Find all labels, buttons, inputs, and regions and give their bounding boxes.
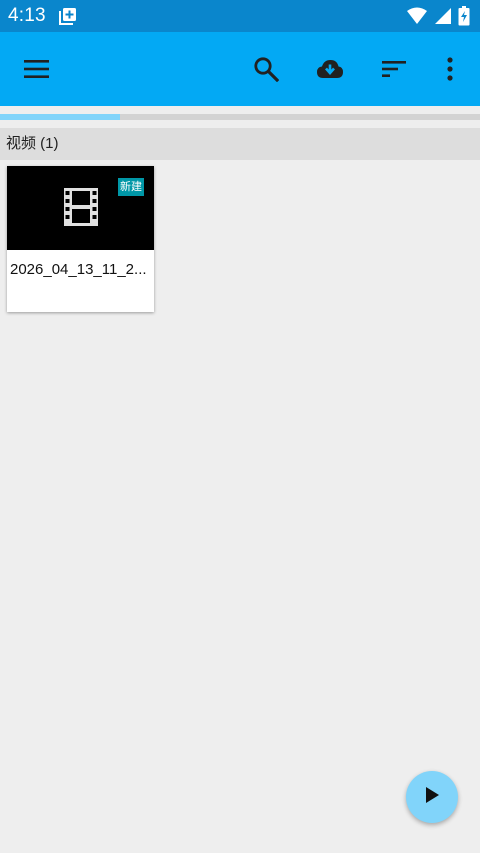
progress-bar-fill — [0, 114, 120, 120]
status-icons — [406, 6, 470, 30]
video-card[interactable]: 新建 2026_04_13_11_2... — [7, 166, 154, 312]
status-time: 4:13 — [8, 5, 46, 26]
status-bar: 4:13 — [0, 0, 480, 32]
progress-bar — [0, 114, 480, 120]
play-button[interactable] — [406, 771, 458, 823]
film-icon — [64, 188, 98, 230]
notification-add-icon — [59, 7, 77, 25]
search-icon[interactable] — [246, 49, 286, 89]
battery-charging-icon — [458, 6, 470, 30]
cloud-download-icon[interactable] — [310, 49, 350, 89]
video-title: 2026_04_13_11_2... — [10, 261, 147, 278]
video-thumbnail: 新建 — [7, 166, 154, 250]
section-header-videos: 视频 (1) — [0, 128, 480, 160]
play-icon — [424, 786, 440, 808]
sort-icon[interactable] — [374, 49, 414, 89]
menu-icon[interactable] — [17, 49, 57, 89]
signal-icon — [434, 7, 452, 29]
app-bar — [0, 32, 480, 106]
new-badge: 新建 — [118, 178, 144, 196]
more-vert-icon[interactable] — [430, 49, 470, 89]
wifi-icon — [406, 7, 428, 29]
